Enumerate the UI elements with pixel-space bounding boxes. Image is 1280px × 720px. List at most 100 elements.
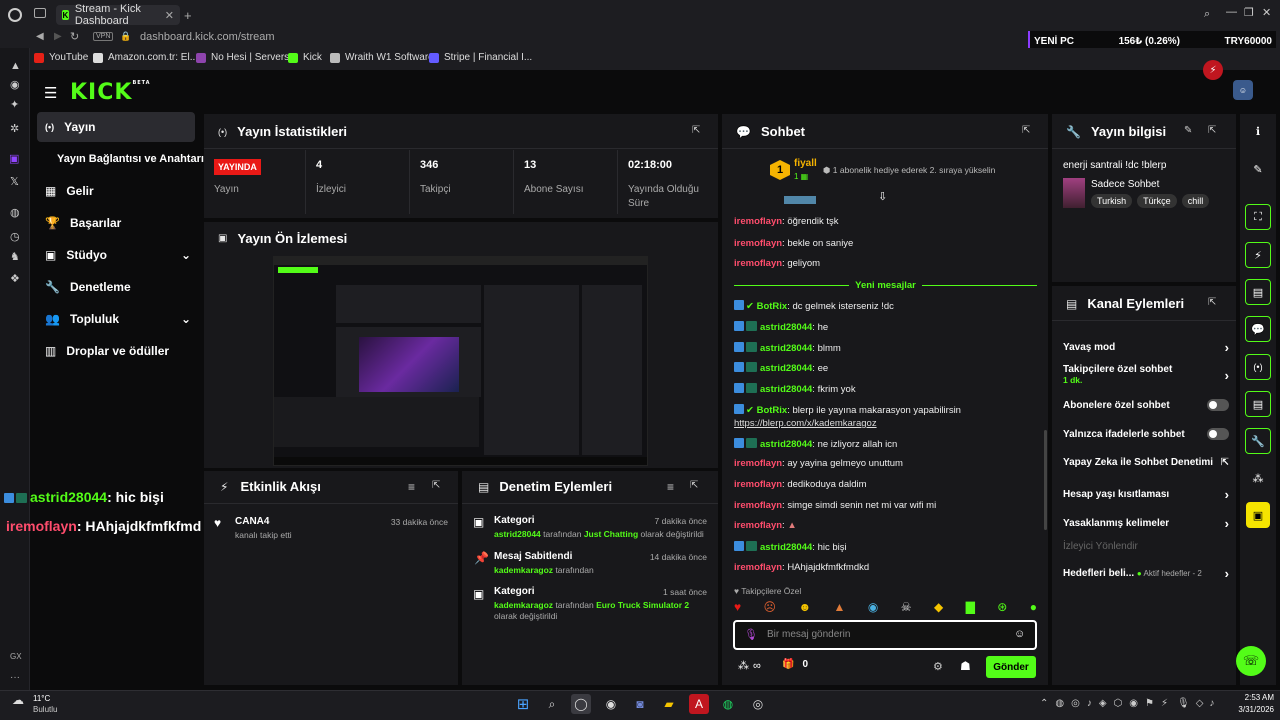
chat-username[interactable]: astrid28044 — [760, 542, 812, 553]
minimize-icon[interactable]: — — [1226, 6, 1237, 18]
slow-mode-row[interactable]: Yavaş mod › — [1063, 340, 1229, 355]
ai-moderation-row[interactable]: Yapay Zeka ile Sohbet Denetimi ⇱ — [1063, 457, 1229, 468]
account-age-row[interactable]: Hesap yaşı kısıtlaması › — [1063, 487, 1229, 502]
sidebar-item-droplar[interactable]: ▥ Droplar ve ödüller — [37, 336, 195, 366]
ball-emote-icon[interactable]: ⊛ — [997, 600, 1007, 616]
stream-preview-video[interactable] — [273, 256, 648, 466]
popout-icon[interactable]: ⇱ — [1208, 297, 1216, 308]
pin-icon[interactable]: ▲ — [10, 60, 21, 72]
tag[interactable]: Türkçe — [1137, 194, 1177, 208]
points-icon[interactable]: ⁂ — [1244, 465, 1272, 491]
chat-username[interactable]: iremoflayn — [734, 520, 782, 531]
cat2-emote-icon[interactable]: ◆ — [934, 600, 943, 616]
bookmark-wraith[interactable]: Wraith W1 Software — [330, 52, 434, 63]
goals-row[interactable]: Hedefleri beli... ● Aktif hedefler - 2 › — [1063, 566, 1229, 581]
popout-icon[interactable]: ⇱ — [1208, 125, 1216, 136]
file-explorer-icon[interactable]: ▰ — [659, 694, 679, 714]
chat-username[interactable]: astrid28044 — [760, 384, 812, 395]
opera-gx-icon[interactable]: ◯ — [571, 694, 591, 714]
cube-icon[interactable]: ❖ — [10, 272, 20, 285]
chat-username[interactable]: astrid28044 — [760, 343, 812, 354]
emoji-icon[interactable]: ☺ — [1014, 628, 1025, 640]
info-icon[interactable]: ℹ — [1244, 118, 1272, 144]
bolt-icon[interactable]: ⚡ — [1245, 242, 1271, 268]
bookmark-youtube[interactable]: YouTube — [34, 52, 88, 63]
mods-icon[interactable]: ♞ — [10, 250, 20, 263]
blue-emote-icon[interactable]: ◉ — [868, 600, 878, 616]
sub-only-row[interactable]: Abonelere özel sohbet — [1063, 399, 1229, 411]
screenshot-icon[interactable]: ⛶ — [1245, 204, 1271, 230]
chat-icon[interactable]: 💬 — [1245, 316, 1271, 342]
gift-counter[interactable]: 🎁 0 — [782, 659, 808, 670]
vpn-badge[interactable]: VPN — [93, 32, 114, 41]
popout-icon[interactable]: ⇱ — [1022, 125, 1030, 136]
notification-logo-icon[interactable]: ⚡ — [1203, 60, 1223, 80]
support-icon[interactable]: ☏ — [1236, 646, 1266, 676]
filter-icon[interactable]: ≡ — [408, 480, 415, 494]
search-icon[interactable]: ⌕ — [542, 694, 562, 714]
extension-icon[interactable]: ✦ — [10, 98, 19, 111]
bookmark-nohesi[interactable]: No Hesi | Servers — [196, 52, 289, 63]
bookmark-amazon[interactable]: Amazon.com.tr: El... — [93, 52, 198, 63]
windows-start-icon[interactable]: ⊞ — [513, 694, 533, 714]
player-icon[interactable]: ◉ — [10, 78, 20, 91]
system-tray-icons[interactable]: ⌃◍◎♪◈⬡◉⚑⚡ — [1040, 698, 1175, 709]
chat-username[interactable]: astrid28044 — [760, 363, 812, 374]
cat-emote-icon[interactable]: ▲ — [834, 600, 846, 616]
microphone-icon[interactable]: 🎙 — [744, 628, 758, 641]
chat-username[interactable]: iremoflayn — [734, 479, 782, 490]
people-icon[interactable]: ☗ — [960, 659, 971, 673]
weather-temp[interactable]: 11°C — [33, 694, 50, 703]
popout-icon[interactable]: ⇱ — [690, 480, 698, 491]
sidebar-item-yayin[interactable]: (•) Yayın — [37, 112, 195, 142]
chat-input-placeholder[interactable]: Bir mesaj gönderin — [767, 629, 850, 640]
broadcast-icon[interactable]: (•) — [1245, 354, 1271, 380]
follower-only-row[interactable]: Takipçilere özel sohbet 1 dk. › — [1063, 364, 1229, 386]
channel-points[interactable]: ⁂ ∞ — [738, 659, 761, 673]
document-icon[interactable]: ▤ — [1245, 279, 1271, 305]
kick-emote-icon[interactable]: ● — [1030, 600, 1037, 616]
bookmark-stripe[interactable]: Stripe | Financial I... — [429, 52, 532, 63]
sidebar-item-denetleme[interactable]: 🔧 Denetleme — [37, 272, 195, 302]
spotify-icon[interactable]: ◍ — [718, 694, 738, 714]
search-tabs-icon[interactable]: ⌕ — [1204, 8, 1210, 21]
close-window-icon[interactable]: ✕ — [1262, 6, 1271, 19]
emote-only-row[interactable]: Yalnızca ifadelerle sohbet — [1063, 428, 1229, 440]
opera-logo-icon[interactable] — [8, 8, 22, 22]
popout-icon[interactable]: ⇱ — [432, 480, 440, 491]
chat-username[interactable]: astrid28044 — [760, 439, 812, 450]
face-emote-icon[interactable]: ☻ — [798, 600, 811, 616]
chat-username[interactable]: iremoflayn — [734, 216, 782, 227]
scroll-down-icon[interactable]: ⇩ — [878, 190, 887, 203]
back-icon[interactable]: ◀ — [36, 31, 44, 42]
send-button[interactable]: Gönder — [986, 656, 1036, 678]
chat-link[interactable]: https://blerp.com/x/kademkaragoz — [734, 418, 877, 429]
tab-close-icon[interactable]: ✕ — [165, 9, 174, 22]
popout-icon[interactable]: ⇱ — [692, 125, 700, 136]
sidebar-item-studyo[interactable]: ▣ Stüdyo ⌄ — [37, 240, 195, 270]
workspace-icon[interactable] — [34, 8, 46, 18]
kick-logo[interactable]: KICKBETA — [70, 80, 151, 105]
wrench-icon[interactable]: 🔧 — [1245, 428, 1271, 454]
clock-time[interactable]: 2:53 AM — [1226, 693, 1274, 702]
restore-icon[interactable]: ❐ — [1244, 6, 1254, 19]
app-a-icon[interactable]: A — [689, 694, 709, 714]
angry-emote-icon[interactable]: ☹ — [764, 600, 777, 616]
forward-icon[interactable]: ▶ — [54, 31, 62, 42]
menu-icon[interactable]: ☰ — [44, 84, 57, 102]
chat-username[interactable]: iremoflayn — [734, 238, 782, 249]
skull-emote-icon[interactable]: ☠ — [901, 600, 912, 616]
spotify-sidebar-icon[interactable]: ◍ — [10, 206, 20, 219]
chat-username[interactable]: iremoflayn — [734, 500, 782, 511]
x-twitter-icon[interactable]: 𝕏 — [10, 175, 19, 188]
tab-kick-dashboard[interactable]: K Stream - Kick Dashboard ✕ — [56, 3, 180, 27]
tray-status-icons[interactable]: 🎙◇♪ — [1177, 698, 1220, 709]
chat-username[interactable]: iremoflayn — [734, 258, 782, 269]
tag[interactable]: chill — [1181, 194, 1210, 208]
url-field[interactable]: dashboard.kick.com/stream — [140, 31, 275, 43]
history-icon[interactable]: ◷ — [10, 230, 20, 243]
chat-username[interactable]: iremoflayn — [734, 458, 782, 469]
new-tab-icon[interactable]: + — [184, 8, 192, 23]
banned-words-row[interactable]: Yasaklanmış kelimeler › — [1063, 516, 1229, 531]
more-icon[interactable]: ··· — [10, 672, 20, 683]
